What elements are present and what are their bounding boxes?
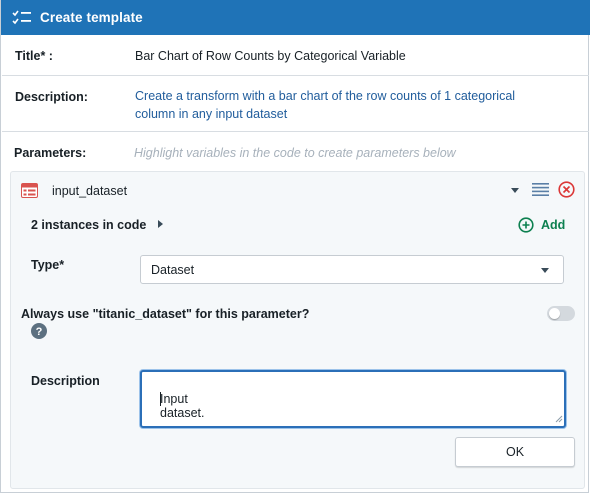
title-label: Title* :: [15, 49, 53, 63]
panel-header: Create template: [1, 0, 590, 35]
always-use-label: Always use "titanic_dataset" for this pa…: [21, 307, 310, 321]
toggle-knob: [549, 308, 560, 319]
parameter-name[interactable]: input_dataset: [52, 184, 127, 198]
description-line-2[interactable]: column in any input dataset: [135, 105, 287, 123]
panel-title: Create template: [40, 10, 143, 25]
title-row: Title* : Bar Chart of Row Counts by Cate…: [2, 35, 589, 76]
expand-instances-icon[interactable]: [158, 220, 163, 228]
description-row: Description: Create a transform with a b…: [2, 76, 589, 132]
svg-text:?: ?: [36, 326, 43, 338]
create-template-panel: Create template Title* : Bar Chart of Ro…: [0, 0, 590, 493]
always-use-toggle[interactable]: [547, 306, 575, 321]
collapse-caret-icon[interactable]: [511, 188, 519, 193]
title-value[interactable]: Bar Chart of Row Counts by Categorical V…: [135, 47, 406, 65]
text-cursor: [160, 392, 161, 406]
ok-button[interactable]: OK: [455, 437, 575, 467]
table-icon: [21, 183, 38, 198]
parameter-description-value: Input dataset.: [160, 392, 205, 420]
parameter-description-input[interactable]: Input dataset.: [140, 370, 566, 428]
resize-handle-icon[interactable]: [554, 414, 563, 423]
parameters-hint: Highlight variables in the code to creat…: [134, 146, 456, 160]
help-icon[interactable]: ?: [31, 323, 47, 339]
chevron-down-icon: [541, 268, 549, 273]
type-select[interactable]: Dataset: [140, 255, 564, 284]
parameter-description-label: Description: [31, 374, 100, 388]
instances-count[interactable]: 2 instances in code: [31, 218, 146, 232]
description-label: Description:: [15, 90, 88, 104]
type-select-value: Dataset: [151, 263, 195, 277]
add-plus-icon[interactable]: [518, 217, 534, 233]
add-instance-button[interactable]: Add: [541, 218, 565, 232]
remove-parameter-icon[interactable]: [558, 181, 575, 198]
description-line-1[interactable]: Create a transform with a bar chart of t…: [135, 87, 515, 105]
checklist-icon: [12, 10, 31, 24]
type-label: Type*: [31, 258, 65, 272]
list-icon[interactable]: [532, 182, 549, 196]
parameters-label: Parameters:: [14, 146, 87, 160]
